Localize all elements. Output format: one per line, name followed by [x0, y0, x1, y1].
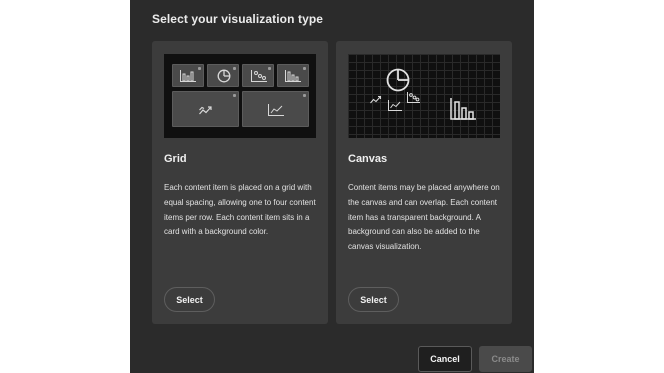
bar-chart-icon	[180, 70, 196, 82]
preview-tile	[277, 64, 309, 87]
grid-card-title: Grid	[164, 153, 187, 165]
tile-menu-dot	[303, 67, 306, 70]
preview-tile	[242, 91, 309, 127]
line-chart-icon	[268, 104, 284, 116]
scatter-chart-icon	[251, 70, 267, 82]
grid-select-button[interactable]: Select	[164, 287, 215, 312]
preview-tile	[172, 64, 204, 87]
canvas-option-card[interactable]: Canvas Content items may be placed anywh…	[336, 41, 512, 324]
preview-tile	[172, 91, 239, 127]
create-button[interactable]: Create	[479, 346, 532, 372]
tile-menu-dot	[233, 94, 236, 97]
visualization-type-dialog: Select your visualization type Grid Each…	[130, 0, 534, 373]
scatter-chart-icon	[407, 92, 420, 103]
cancel-button[interactable]: Cancel	[418, 346, 472, 372]
canvas-preview	[348, 54, 500, 138]
pie-chart-icon	[386, 68, 410, 92]
canvas-select-button[interactable]: Select	[348, 287, 399, 312]
canvas-card-description: Content items may be placed anywhere on …	[348, 183, 500, 252]
tile-menu-dot	[233, 67, 236, 70]
preview-tile	[242, 64, 274, 87]
preview-tile	[207, 64, 239, 87]
tile-menu-dot	[268, 67, 271, 70]
tile-menu-dot	[198, 67, 201, 70]
pie-chart-icon	[217, 69, 231, 83]
dialog-title: Select your visualization type	[152, 12, 324, 26]
line-chart-icon	[388, 100, 402, 111]
tile-menu-dot	[303, 94, 306, 97]
bar-chart-icon	[285, 70, 301, 82]
grid-card-description: Each content item is placed on a grid wi…	[164, 183, 316, 237]
grid-option-card[interactable]: Grid Each content item is placed on a gr…	[152, 41, 328, 324]
trend-chart-icon	[199, 106, 212, 115]
bar-chart-icon	[450, 98, 476, 120]
grid-preview	[164, 54, 316, 138]
trend-chart-icon	[370, 95, 382, 104]
canvas-card-title: Canvas	[348, 153, 388, 165]
